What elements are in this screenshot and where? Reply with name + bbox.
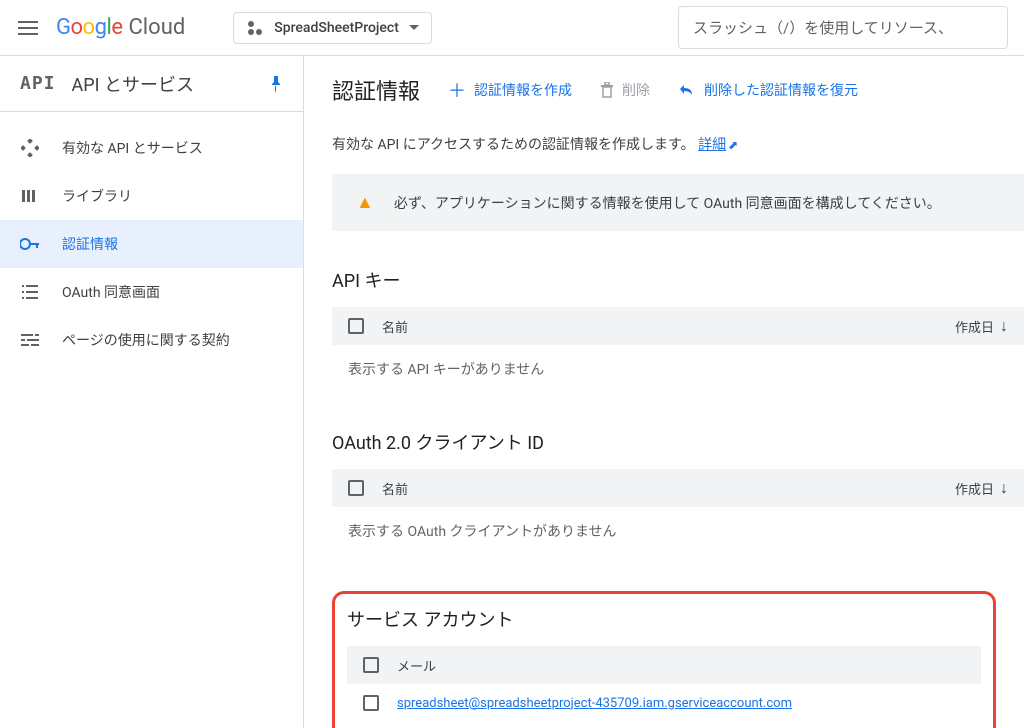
project-name: SpreadSheetProject (274, 20, 399, 36)
sidebar-item-label: ライブラリ (62, 186, 132, 206)
service-accounts-table-header: メール (347, 646, 981, 684)
create-credentials-button[interactable]: ＋ 認証情報を作成 (448, 77, 572, 103)
library-icon (20, 186, 40, 206)
google-cloud-logo[interactable]: Google Cloud (56, 15, 185, 40)
external-link-icon: ⬈ (728, 138, 738, 152)
service-accounts-title: サービス アカウント (347, 606, 981, 632)
sidebar-item-credentials[interactable]: 認証情報 (0, 220, 303, 268)
oauth-table-header: 名前 作成日 ↓ (332, 469, 1024, 507)
sort-arrow-down-icon: ↓ (1000, 478, 1008, 498)
col-date[interactable]: 作成日 ↓ (955, 316, 1008, 336)
sidebar-item-library[interactable]: ライブラリ (0, 172, 303, 220)
restore-button[interactable]: 削除した認証情報を復元 (678, 80, 858, 100)
warning-banner: ▲ 必ず、アプリケーションに関する情報を使用して OAuth 同意画面を構成して… (332, 174, 1024, 231)
col-email[interactable]: メール (397, 656, 965, 675)
oauth-title: OAuth 2.0 クライアント ID (332, 429, 1024, 455)
api-keys-title: API キー (332, 267, 1024, 293)
button-label: 認証情報を作成 (474, 80, 572, 100)
select-all-checkbox[interactable] (363, 657, 379, 673)
consent-icon (20, 282, 40, 302)
button-label: 削除 (622, 80, 650, 100)
col-name[interactable]: 名前 (382, 479, 937, 498)
row-checkbox[interactable] (363, 695, 379, 711)
api-keys-table-header: 名前 作成日 ↓ (332, 307, 1024, 345)
warning-text: 必ず、アプリケーションに関する情報を使用して OAuth 同意画面を構成してくだ… (394, 193, 941, 213)
sidebar-item-enabled-apis[interactable]: 有効な API とサービス (0, 124, 303, 172)
sidebar-item-label: 有効な API とサービス (62, 138, 203, 158)
settings-icon (20, 330, 40, 350)
api-logo: API (20, 73, 56, 94)
delete-button[interactable]: 削除 (600, 80, 650, 100)
sidebar-item-agreements[interactable]: ページの使用に関する契約 (0, 316, 303, 364)
search-input[interactable]: スラッシュ（/）を使用してリソース、 (678, 6, 1008, 49)
sidebar-item-label: OAuth 同意画面 (62, 282, 160, 302)
page-title: 認証情報 (332, 74, 420, 106)
plus-icon: ＋ (448, 77, 466, 103)
col-date[interactable]: 作成日 ↓ (955, 478, 1008, 498)
trash-icon (600, 82, 614, 98)
service-account-email-link[interactable]: spreadsheet@spreadsheetproject-435709.ia… (397, 696, 792, 711)
learn-more-link[interactable]: 詳細 (698, 137, 726, 153)
chevron-down-icon (409, 25, 419, 30)
sidebar-item-label: ページの使用に関する契約 (62, 330, 230, 350)
warning-icon: ▲ (356, 192, 374, 213)
sidebar-item-label: 認証情報 (62, 234, 118, 254)
sidebar-title: API とサービス (72, 71, 253, 97)
oauth-empty: 表示する OAuth クライアントがありません (332, 507, 1024, 555)
undo-icon (678, 83, 696, 97)
select-all-checkbox[interactable] (348, 318, 364, 334)
api-keys-empty: 表示する API キーがありません (332, 345, 1024, 393)
button-label: 削除した認証情報を復元 (704, 80, 858, 100)
service-accounts-highlight: サービス アカウント メール spreadsheet@spreadsheetpr… (332, 591, 996, 728)
col-name[interactable]: 名前 (382, 317, 937, 336)
intro-text: 有効な API にアクセスするための認証情報を作成します。 (332, 137, 695, 153)
pin-icon[interactable] (269, 75, 283, 93)
project-icon (246, 19, 264, 37)
table-row: spreadsheet@spreadsheetproject-435709.ia… (347, 684, 981, 722)
diamond-icon (20, 138, 40, 158)
key-icon (20, 234, 40, 254)
project-selector[interactable]: SpreadSheetProject (233, 12, 432, 44)
sidebar-item-oauth-consent[interactable]: OAuth 同意画面 (0, 268, 303, 316)
select-all-checkbox[interactable] (348, 480, 364, 496)
sort-arrow-down-icon: ↓ (1000, 316, 1008, 336)
hamburger-menu[interactable] (16, 16, 40, 40)
